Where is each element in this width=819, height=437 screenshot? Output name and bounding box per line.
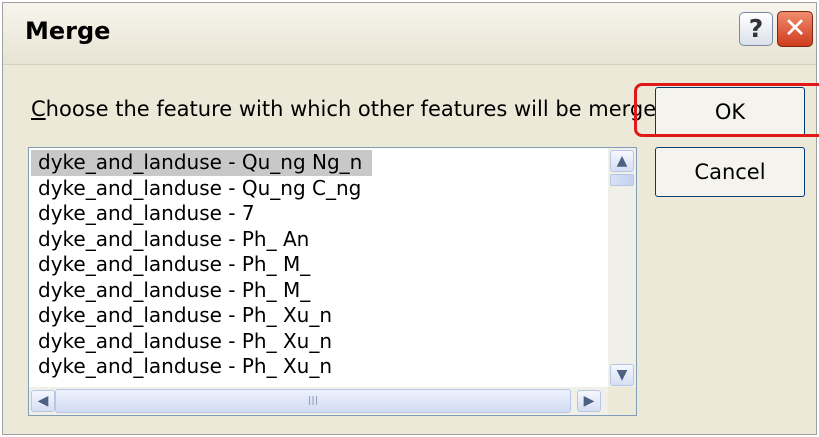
list-item-label: dyke_and_landuse - Qu_ng Ng_n: [31, 150, 373, 176]
question-mark-icon: ?: [748, 14, 764, 43]
arrow-down-icon: ▼: [616, 367, 628, 383]
vertical-scrollbar[interactable]: ▲ ▼: [608, 148, 636, 388]
feature-listbox[interactable]: dyke_and_landuse - Qu_ng Ng_n dyke_and_la…: [28, 147, 637, 416]
merge-dialog: Merge ? ✕ Choose the feature with which …: [2, 2, 819, 435]
list-item[interactable]: dyke_and_landuse - Ph_ Xu_n: [31, 303, 607, 329]
feature-list: dyke_and_landuse - Qu_ng Ng_n dyke_and_la…: [31, 150, 607, 384]
help-button[interactable]: ?: [739, 12, 773, 46]
prompt-label: Choose the feature with which other feat…: [31, 97, 677, 121]
prompt-text: hoose the feature with which other featu…: [45, 97, 677, 121]
grip-icon: III: [307, 394, 319, 408]
arrow-left-icon: ◀: [37, 393, 49, 409]
scroll-down-button[interactable]: ▼: [610, 364, 634, 386]
list-item-label: dyke_and_landuse - Ph_ M_: [38, 252, 311, 276]
scrollbar-corner: [608, 387, 636, 415]
close-icon: ✕: [783, 13, 807, 44]
close-button[interactable]: ✕: [777, 11, 813, 47]
arrow-right-icon: ▶: [583, 393, 595, 409]
list-item-label: dyke_and_landuse - 7: [38, 201, 255, 225]
horizontal-scrollbar[interactable]: ◀ III ▶: [29, 387, 609, 415]
title-bar[interactable]: Merge ? ✕: [3, 3, 816, 65]
list-item[interactable]: dyke_and_landuse - Qu_ng C_ng: [31, 176, 607, 202]
vertical-scroll-thumb[interactable]: [610, 174, 634, 186]
list-item[interactable]: dyke_and_landuse - 7: [31, 201, 607, 227]
list-item[interactable]: dyke_and_landuse - Ph_ M_: [31, 252, 607, 278]
horizontal-scroll-thumb[interactable]: III: [55, 389, 571, 413]
arrow-up-icon: ▲: [616, 153, 628, 169]
list-item-label: dyke_and_landuse - Ph_ Xu_n: [38, 354, 332, 378]
list-item[interactable]: dyke_and_landuse - Ph_ An: [31, 227, 607, 253]
list-item-label: dyke_and_landuse - Ph_ An: [38, 226, 310, 251]
list-item[interactable]: dyke_and_landuse - Ph_ Xu_n: [31, 354, 607, 380]
list-item[interactable]: dyke_and_landuse - Ph_ M_: [31, 278, 607, 304]
list-item-label: dyke_and_landuse - Qu_ng C_ng: [38, 175, 362, 200]
ok-button[interactable]: OK: [655, 87, 805, 137]
scroll-up-button[interactable]: ▲: [610, 150, 634, 172]
dialog-title: Merge: [25, 17, 111, 45]
prompt-accelerator: C: [31, 97, 46, 121]
list-item-label: dyke_and_landuse - Ph_ Xu_n: [38, 328, 332, 353]
scroll-left-button[interactable]: ◀: [31, 390, 55, 412]
scroll-right-button[interactable]: ▶: [577, 390, 601, 412]
cancel-button[interactable]: Cancel: [655, 147, 805, 197]
list-item[interactable]: dyke_and_landuse - Ph_ Xu_n: [31, 329, 607, 355]
list-item-label: dyke_and_landuse - Ph_ M_: [38, 277, 311, 302]
list-item-label: dyke_and_landuse - Ph_ Xu_n: [38, 303, 332, 327]
list-item[interactable]: dyke_and_landuse - Qu_ng Ng_n: [31, 150, 607, 176]
